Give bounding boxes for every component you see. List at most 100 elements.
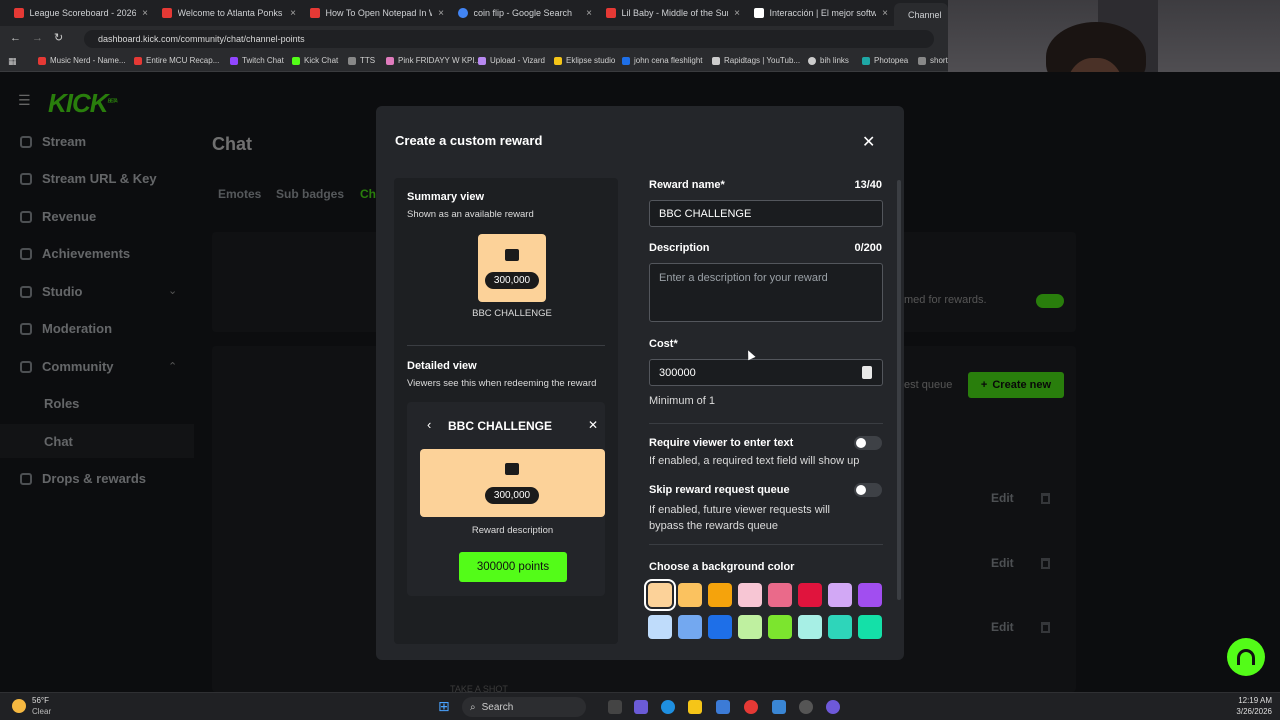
- reward-name-label: Reward name*: [649, 179, 725, 191]
- browser-tab-1[interactable]: League Scoreboard - 2026 Bih ×: [6, 3, 156, 23]
- bookmark-favicon-icon: [38, 56, 46, 65]
- browser-tab-4[interactable]: coin flip - Google Search ×: [450, 3, 600, 23]
- gift-icon: [505, 463, 519, 475]
- color-swatch[interactable]: [798, 583, 822, 607]
- close-icon[interactable]: ✕: [862, 132, 875, 152]
- task-view-icon[interactable]: [608, 700, 622, 714]
- bookmark-item[interactable]: john cena fleshlight: [622, 56, 703, 65]
- color-swatch[interactable]: [678, 583, 702, 607]
- youtube-favicon-icon: [606, 8, 616, 18]
- require-text-toggle[interactable]: [854, 436, 882, 450]
- file-explorer-icon[interactable]: [688, 700, 702, 714]
- bookmark-item[interactable]: Entire MCU Recap...: [134, 56, 219, 65]
- address-bar-row: ← → ↻ dashboard.kick.com/community/chat/…: [0, 26, 948, 52]
- url-field[interactable]: dashboard.kick.com/community/chat/channe…: [84, 30, 934, 48]
- bookmark-label: Pink FRIDAYY W KPI...: [398, 56, 482, 65]
- redeem-points-button[interactable]: 300000 points: [459, 552, 567, 582]
- bookmark-label: Twitch Chat: [242, 56, 284, 65]
- description-textarea[interactable]: Enter a description for your reward: [649, 263, 883, 322]
- color-swatch[interactable]: [644, 579, 676, 611]
- browser-tab-3[interactable]: How To Open Notepad In Wind ×: [302, 3, 452, 23]
- gift-icon: [505, 249, 519, 261]
- browser-tab-6[interactable]: Interacción | El mejor software ×: [746, 3, 896, 23]
- close-tab-icon[interactable]: ×: [142, 8, 148, 19]
- browser-tab-5[interactable]: Lil Baby - Middle of the Summe ×: [598, 3, 748, 23]
- weather-moon-icon: [12, 699, 26, 713]
- modal-scrollbar[interactable]: [897, 180, 901, 600]
- taskbar-search[interactable]: ⌕ Search: [462, 697, 586, 717]
- color-swatch[interactable]: [708, 583, 732, 607]
- discord-icon[interactable]: [826, 700, 840, 714]
- google-favicon-icon: [458, 8, 468, 18]
- cost-input[interactable]: 300000: [649, 359, 883, 386]
- chevron-left-icon[interactable]: ‹: [427, 417, 431, 432]
- bookmark-item[interactable]: short: [918, 56, 948, 65]
- color-swatch[interactable]: [858, 615, 882, 639]
- color-swatch[interactable]: [648, 615, 672, 639]
- color-swatch[interactable]: [798, 615, 822, 639]
- bookmark-item[interactable]: Rapidtags | YouTub...: [712, 56, 800, 65]
- support-chat-button[interactable]: [1227, 638, 1265, 676]
- bookmark-item[interactable]: Kick Chat: [292, 56, 338, 65]
- color-swatch[interactable]: [768, 615, 792, 639]
- color-swatch[interactable]: [738, 615, 762, 639]
- color-swatch[interactable]: [738, 583, 762, 607]
- bookmark-item[interactable]: Eklipse studio: [554, 56, 615, 65]
- skip-queue-label: Skip reward request queue: [649, 484, 790, 496]
- weather-temp: 56°F: [32, 696, 49, 705]
- apps-icon[interactable]: ▦: [8, 56, 17, 67]
- reward-name-counter: 13/40: [854, 179, 882, 191]
- edge-icon[interactable]: [661, 700, 675, 714]
- bookmark-favicon-icon: [554, 56, 562, 65]
- reload-icon[interactable]: ↻: [54, 31, 63, 44]
- reward-name-input[interactable]: BBC CHALLENGE: [649, 200, 883, 227]
- bookmark-favicon-icon: [862, 56, 870, 65]
- tab-title: League Scoreboard - 2026 Bih: [29, 8, 137, 18]
- modal-title: Create a custom reward: [395, 133, 543, 148]
- tab-title: coin flip - Google Search: [473, 8, 573, 18]
- color-swatch[interactable]: [708, 615, 732, 639]
- cost-value: 300000: [659, 366, 696, 379]
- bookmark-item[interactable]: Photopea: [862, 56, 908, 65]
- browser-tab-active[interactable]: Channel: [894, 3, 948, 26]
- browser-tab-2[interactable]: Welcome to Atlanta Ponks | Th ×: [154, 3, 304, 23]
- bookmark-item[interactable]: TTS: [348, 56, 375, 65]
- tab-title: How To Open Notepad In Wind: [325, 8, 433, 18]
- copilot-icon[interactable]: [634, 700, 648, 714]
- tab-title: Interacción | El mejor software: [769, 8, 877, 18]
- bookmark-item[interactable]: Music Nerd - Name...: [38, 56, 126, 65]
- color-swatch[interactable]: [858, 583, 882, 607]
- clock-time: 12:19 AM: [1238, 696, 1272, 705]
- bookmark-item[interactable]: Pink FRIDAYY W KPI...: [386, 56, 481, 65]
- bookmark-item[interactable]: Upload - Vizard: [478, 56, 545, 65]
- obs-icon[interactable]: [799, 700, 813, 714]
- notepad-icon[interactable]: [772, 700, 786, 714]
- bookmark-favicon-icon: [230, 56, 238, 65]
- close-tab-icon[interactable]: ×: [586, 8, 592, 19]
- color-swatch[interactable]: [678, 615, 702, 639]
- bookmark-item[interactable]: Twitch Chat: [230, 56, 284, 65]
- bookmark-label: Entire MCU Recap...: [146, 56, 220, 65]
- divider: [649, 544, 883, 545]
- windows-start-icon[interactable]: ⊞: [438, 698, 450, 715]
- bookmark-label: Photopea: [874, 56, 909, 65]
- skip-queue-toggle[interactable]: [854, 483, 882, 497]
- close-tab-icon[interactable]: ×: [290, 8, 296, 19]
- close-tab-icon[interactable]: ×: [438, 8, 444, 19]
- close-tab-icon[interactable]: ×: [882, 8, 888, 19]
- color-swatch[interactable]: [828, 615, 852, 639]
- close-icon[interactable]: ✕: [588, 418, 598, 432]
- number-stepper-icon[interactable]: [862, 366, 872, 379]
- color-swatch[interactable]: [768, 583, 792, 607]
- bookmark-item[interactable]: bih links: [808, 56, 849, 65]
- reward-name-value: BBC CHALLENGE: [659, 207, 752, 220]
- close-tab-icon[interactable]: ×: [734, 8, 740, 19]
- back-icon[interactable]: ←: [10, 32, 21, 44]
- bookmark-favicon-icon: [712, 56, 720, 65]
- bookmark-label: Rapidtags | YouTub...: [724, 56, 801, 65]
- forward-icon[interactable]: →: [32, 32, 43, 44]
- bookmark-favicon-icon: [348, 56, 356, 65]
- chrome-icon[interactable]: [744, 700, 758, 714]
- store-icon[interactable]: [716, 700, 730, 714]
- color-swatch[interactable]: [828, 583, 852, 607]
